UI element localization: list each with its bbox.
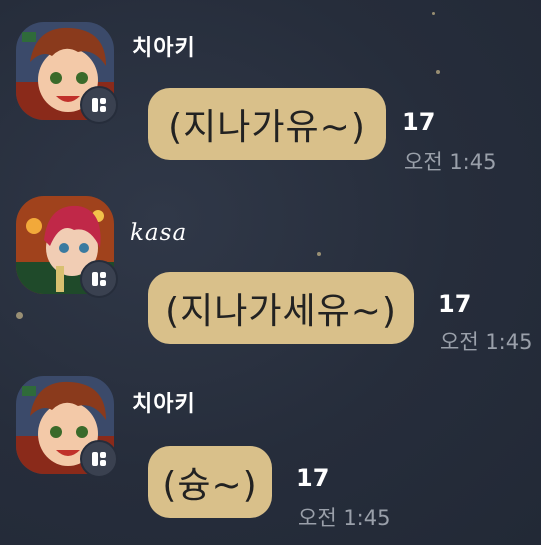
message-bubble[interactable]: (지나가세유~) [148,272,414,344]
read-count: 17 [438,290,472,318]
profile-badge-icon [80,440,118,478]
message-time: 오전 1:45 [298,506,391,530]
message-bubble[interactable]: (지나가유~) [148,88,386,160]
profile-badge-icon [80,260,118,298]
message-bubble[interactable]: (슝~) [148,446,272,518]
sender-name: kasa [130,220,188,246]
message-time: 오전 1:45 [404,150,497,174]
chat-message: 치아키 (지나가유~) 17 오전 1:45 [0,0,541,180]
read-count: 17 [402,108,436,136]
message-time: 오전 1:45 [440,330,533,354]
profile-badge-icon [80,86,118,124]
chat-message: 치아키 (슝~) 17 오전 1:45 [0,360,541,545]
sender-name: 치아키 [132,36,196,61]
read-count: 17 [296,464,330,492]
chat-message: kasa (지나가세유~) 17 오전 1:45 [0,180,541,360]
sender-name: 치아키 [132,392,196,417]
